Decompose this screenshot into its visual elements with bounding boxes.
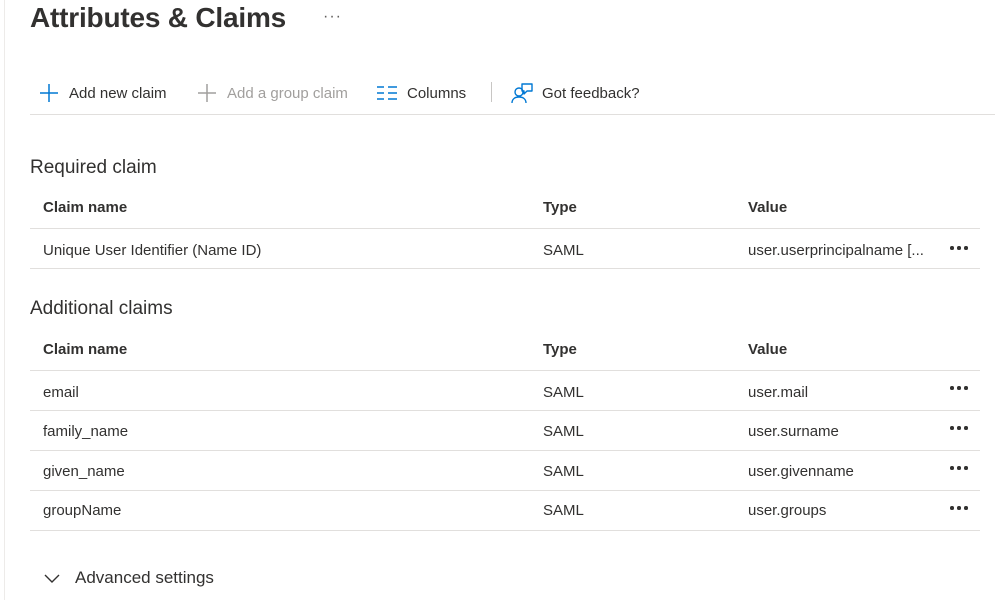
claim-type: SAML [543, 384, 584, 401]
more-icon[interactable] [944, 377, 974, 399]
table-header-row: Claim name Type Value [30, 331, 980, 371]
more-icon[interactable] [944, 457, 974, 479]
claim-type: SAML [543, 423, 584, 440]
advanced-settings-toggle[interactable]: Advanced settings [43, 566, 214, 590]
claim-value: user.mail [748, 384, 809, 401]
column-header-type[interactable]: Type [543, 199, 723, 216]
additional-claims-table: Claim name Type Value email SAML user.ma… [30, 331, 980, 531]
columns-icon [376, 82, 398, 104]
page-title: Attributes & Claims [30, 2, 287, 33]
columns-label: Columns [407, 84, 467, 102]
chevron-down-icon [43, 569, 61, 587]
claim-name: family_name [43, 423, 129, 440]
table-row[interactable]: family_name SAML user.surname [30, 411, 980, 451]
column-header-type[interactable]: Type [543, 341, 723, 358]
additional-claims-heading: Additional claims [30, 298, 173, 319]
table-row[interactable]: given_name SAML user.givenname [30, 451, 980, 491]
column-header-claim-name[interactable]: Claim name [43, 199, 523, 216]
add-group-claim-label: Add a group claim [227, 84, 348, 102]
claim-value: user.surname [748, 423, 839, 440]
table-row[interactable]: Unique User Identifier (Name ID) SAML us… [30, 229, 980, 269]
plus-icon [38, 82, 60, 104]
add-group-claim-button[interactable]: Add a group claim [196, 76, 348, 110]
required-claim-heading: Required claim [30, 157, 157, 178]
more-icon[interactable] [944, 497, 974, 519]
add-new-claim-button[interactable]: Add new claim [38, 76, 167, 110]
columns-button[interactable]: Columns [376, 76, 466, 110]
claim-type: SAML [543, 502, 584, 519]
more-icon[interactable] [944, 417, 974, 439]
toolbar-separator [491, 82, 492, 102]
plus-icon [196, 82, 218, 104]
claim-type: SAML [543, 463, 584, 480]
column-header-claim-name[interactable]: Claim name [43, 341, 523, 358]
title-more-button[interactable]: ··· [323, 8, 342, 26]
feedback-label: Got feedback? [542, 84, 640, 102]
command-bar: Add new claim Add a group claim Columns … [30, 76, 995, 112]
table-header-row: Claim name Type Value [30, 189, 980, 229]
add-new-claim-label: Add new claim [69, 84, 167, 102]
feedback-icon [511, 82, 533, 104]
claim-name: given_name [43, 463, 125, 480]
claim-name: email [43, 384, 79, 401]
claim-name: groupName [43, 502, 122, 519]
more-icon[interactable] [944, 237, 974, 259]
feedback-button[interactable]: Got feedback? [511, 76, 640, 110]
command-bar-divider [30, 114, 995, 115]
required-claims-table: Claim name Type Value Unique User Identi… [30, 189, 980, 269]
advanced-settings-label: Advanced settings [75, 568, 214, 587]
claim-value: user.groups [748, 502, 827, 519]
table-row[interactable]: email SAML user.mail [30, 371, 980, 411]
table-row[interactable]: groupName SAML user.groups [30, 491, 980, 531]
column-header-value[interactable]: Value [748, 199, 938, 216]
column-header-value[interactable]: Value [748, 341, 938, 358]
claim-value: user.userprincipalname [... [748, 242, 924, 259]
blade-left-border [4, 0, 5, 600]
claim-value: user.givenname [748, 463, 854, 480]
claim-type: SAML [543, 242, 584, 259]
claim-name: Unique User Identifier (Name ID) [43, 242, 262, 259]
